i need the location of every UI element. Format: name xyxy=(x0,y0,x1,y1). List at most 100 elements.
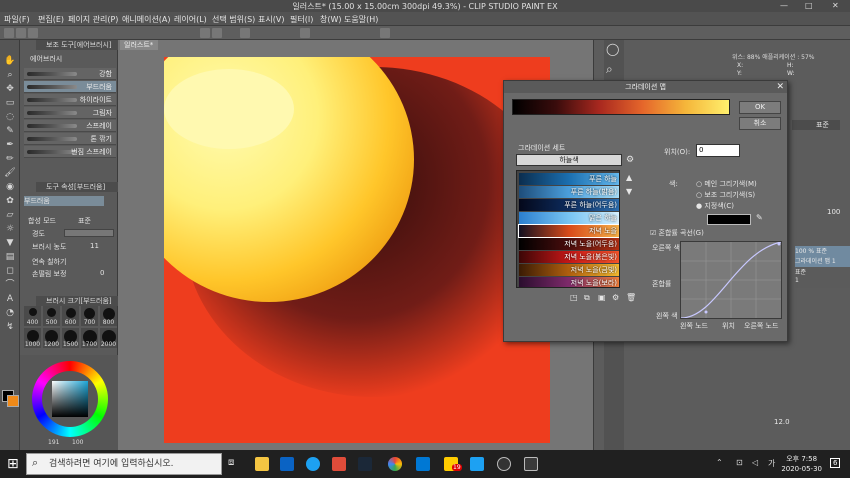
transform-icon[interactable] xyxy=(300,28,310,38)
menu-window[interactable]: 창(W) xyxy=(320,14,342,25)
menu-layer[interactable]: 레이어(L) xyxy=(174,14,207,25)
twitter-icon[interactable] xyxy=(470,457,484,471)
gradient-set-item[interactable]: 저녁 노을(보라) xyxy=(519,277,619,287)
brush-size-tab[interactable]: 브러시 크기[부드러움] xyxy=(36,296,118,306)
menu-page[interactable]: 페이지 관리(P) xyxy=(68,14,118,25)
minimize-button[interactable]: — xyxy=(780,1,788,10)
zoom-tool-icon[interactable]: ⌕ xyxy=(4,70,16,80)
figure-tool-icon[interactable]: ◻ xyxy=(4,266,16,276)
sub-color-radio[interactable]: ○ 보조 그리기색(S) xyxy=(696,190,755,200)
brush-size-cell[interactable]: 1700 xyxy=(81,328,98,348)
task-view-icon[interactable]: ⧈ xyxy=(228,457,242,471)
blend-curve-graph[interactable] xyxy=(680,241,782,319)
ruler-tool-icon[interactable]: ⌒ xyxy=(4,280,16,290)
opacity-value[interactable]: 100 xyxy=(827,208,840,216)
save-icon[interactable] xyxy=(28,28,38,38)
tool-property-tab[interactable]: 도구 속성[부드러움] xyxy=(36,182,118,192)
menu-edit[interactable]: 편집(E) xyxy=(38,14,64,25)
volume-icon[interactable]: ◁ xyxy=(752,458,758,467)
undo-icon[interactable] xyxy=(200,28,210,38)
document-tab[interactable]: 일러스트* xyxy=(120,40,158,50)
gradient-tool-icon[interactable]: ▤ xyxy=(4,252,16,262)
menu-selection[interactable]: 선택 범위(S) xyxy=(212,14,255,25)
correction-tool-icon[interactable]: ↯ xyxy=(4,322,16,332)
pencil-tool-icon[interactable]: ✏ xyxy=(4,154,16,164)
sub-color-swatch[interactable] xyxy=(7,395,19,407)
brush-size-cell[interactable]: 500 xyxy=(43,306,60,326)
brush-tool-icon[interactable]: 🖌 xyxy=(4,168,16,178)
search-icon[interactable]: ⌕ xyxy=(606,62,613,77)
position-input[interactable]: 0 xyxy=(696,144,740,157)
menu-file[interactable]: 파일(F) xyxy=(4,14,30,25)
paint-taskbar-icon[interactable] xyxy=(524,457,538,471)
clip-studio-taskbar-icon[interactable] xyxy=(497,457,511,471)
gradient-set-item[interactable]: 저녁 노을(금빛) xyxy=(519,264,619,276)
layer-name[interactable]: 그라데이션 맵 1 xyxy=(795,256,850,267)
brush-size-cell[interactable]: 400 xyxy=(24,306,41,326)
notification-count[interactable]: 6 xyxy=(830,458,841,468)
rotate-icon[interactable]: ◯ xyxy=(606,42,619,56)
fill-tool-icon[interactable]: ▼ xyxy=(4,238,16,248)
eyedropper-tool-icon[interactable]: ✎ xyxy=(4,126,16,136)
edge-icon[interactable] xyxy=(306,457,320,471)
copy-gradient-icon[interactable]: ⧉ xyxy=(584,293,590,303)
store-icon[interactable] xyxy=(280,457,294,471)
lasso-tool-icon[interactable]: ◌ xyxy=(4,112,16,122)
dialog-close-icon[interactable]: ✕ xyxy=(776,81,784,93)
brush-size-cell[interactable]: 700 xyxy=(81,306,98,326)
ok-button[interactable]: OK xyxy=(739,101,781,114)
brush-item[interactable]: 강함 xyxy=(24,68,116,80)
decoration-tool-icon[interactable]: ✿ xyxy=(4,196,16,206)
move-down-icon[interactable]: ▼ xyxy=(626,187,632,196)
canvas[interactable] xyxy=(164,57,550,443)
steam-icon[interactable] xyxy=(358,457,372,471)
brush-size-cell[interactable]: 800 xyxy=(100,306,117,326)
explorer-icon[interactable] xyxy=(255,457,269,471)
taskbar-clock[interactable]: 오후 7:58 2020-05-30 xyxy=(781,454,822,474)
gradient-set-item[interactable]: 푸른 하늘(어두움) xyxy=(519,199,619,211)
specified-color-swatch[interactable] xyxy=(707,214,751,225)
menu-animation[interactable]: 애니메이션(A) xyxy=(122,14,171,25)
gradient-set-item[interactable]: 푸른 하늘 xyxy=(519,173,619,185)
brush-item[interactable]: 스프레이 xyxy=(24,120,116,132)
smoothing-value[interactable]: 0 xyxy=(100,269,114,279)
blend-mode-select[interactable]: 표준 xyxy=(78,216,114,226)
windows-start-icon[interactable]: ⊞ xyxy=(7,456,19,472)
gradient-set-item[interactable]: 저녁 노을(어두움) xyxy=(519,238,619,250)
gradient-set-item[interactable]: 푸른 하늘(밝음) xyxy=(519,186,619,198)
pen-tool-icon[interactable]: ✒ xyxy=(4,140,16,150)
brush-size-cell[interactable]: 2000 xyxy=(100,328,117,348)
add-gradient-icon[interactable]: ◳ xyxy=(570,293,578,302)
close-button[interactable]: ✕ xyxy=(832,1,839,10)
chrome-icon[interactable] xyxy=(388,457,402,471)
mail-icon[interactable] xyxy=(416,457,430,471)
taskbar-search-input[interactable]: 검색하려면 여기에 입력하십시오. xyxy=(26,453,222,475)
cancel-button[interactable]: 취소 xyxy=(739,117,781,130)
clip-studio-icon[interactable] xyxy=(380,28,390,38)
clear-icon[interactable] xyxy=(240,28,250,38)
brush-item[interactable]: 하이라이트 xyxy=(24,94,116,106)
brush-size-cell[interactable]: 600 xyxy=(62,306,79,326)
balloon-tool-icon[interactable]: ◔ xyxy=(4,308,16,318)
brush-size-cell[interactable]: 1200 xyxy=(43,328,60,348)
blend-tool-icon[interactable]: ☼ xyxy=(4,224,16,234)
maximize-button[interactable]: □ xyxy=(805,1,813,10)
blend-curve-checkbox[interactable]: ☑ 혼합률 곡선(G) xyxy=(650,228,704,238)
airbrush-tool-icon[interactable]: ◉ xyxy=(4,182,16,192)
hue-value[interactable]: 191 xyxy=(48,439,59,446)
move-up-icon[interactable]: ▲ xyxy=(626,173,632,182)
wrench-icon[interactable]: ⚙ xyxy=(626,155,634,165)
continuous-fill-label[interactable]: 연속 칠하기 xyxy=(32,257,92,267)
redo-icon[interactable] xyxy=(212,28,222,38)
sub-tool-group[interactable]: 에어브러시 xyxy=(30,54,122,64)
menu-help[interactable]: 도움말(H) xyxy=(344,14,378,25)
tray-up-icon[interactable]: ⌃ xyxy=(716,458,723,467)
eyedropper-icon[interactable]: ✎ xyxy=(756,213,763,222)
hand-tool-icon[interactable]: ✋ xyxy=(4,56,16,66)
bottom-value[interactable]: 12.0 xyxy=(774,418,790,426)
new-icon[interactable] xyxy=(4,28,14,38)
main-color-radio[interactable]: ○ 메인 그리기색(M) xyxy=(696,179,757,189)
saturation-square[interactable] xyxy=(52,381,88,417)
gradient-set-item[interactable]: 저녁 노을(붉은빛) xyxy=(519,251,619,263)
gradient-set-item[interactable]: 맑은 하늘 xyxy=(519,212,619,224)
